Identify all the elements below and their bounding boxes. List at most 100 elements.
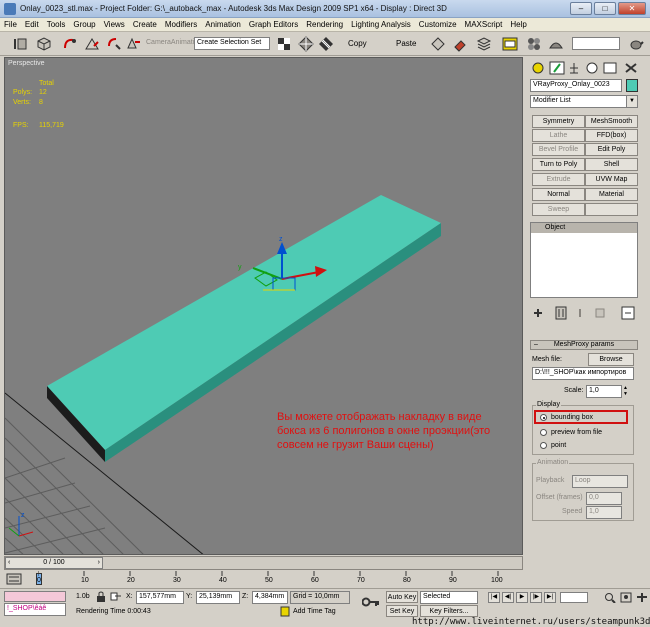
animation-group-label: Animation bbox=[536, 459, 570, 466]
annotation-text: Вы можете отображать накладку в виде бок… bbox=[277, 411, 491, 451]
modifier-stack[interactable]: Object bbox=[530, 222, 638, 298]
lock-icon[interactable] bbox=[96, 591, 106, 602]
offset-spinner[interactable]: 0,0 bbox=[586, 492, 622, 505]
scale-icon[interactable] bbox=[126, 36, 142, 52]
render-setup-icon[interactable] bbox=[548, 36, 564, 52]
modifier-button-meshsmooth[interactable]: MeshSmooth bbox=[585, 115, 638, 128]
modifier-button-sweep[interactable]: Sweep bbox=[532, 203, 585, 216]
modifier-button-bevel-profile[interactable]: Bevel Profile bbox=[532, 143, 585, 156]
close-button[interactable]: ✕ bbox=[618, 2, 646, 15]
chevron-down-icon[interactable]: ▼ bbox=[626, 96, 637, 107]
menu-edit[interactable]: Edit bbox=[21, 18, 43, 29]
radio-preview-from-file[interactable] bbox=[540, 429, 547, 436]
tag-icon[interactable] bbox=[430, 36, 446, 52]
menu-modifiers[interactable]: Modifiers bbox=[161, 18, 201, 29]
modifier-button-normal[interactable]: Normal bbox=[532, 188, 585, 201]
modifier-button-shell[interactable]: Shell bbox=[585, 158, 638, 171]
eraser-icon[interactable] bbox=[452, 36, 468, 52]
key-icon[interactable] bbox=[361, 597, 380, 607]
material-editor-icon[interactable] bbox=[526, 36, 542, 52]
paste-button[interactable]: Paste bbox=[396, 39, 416, 48]
selection-set-dropdown[interactable]: Create Selection Set bbox=[194, 37, 270, 50]
radio-point[interactable] bbox=[540, 442, 547, 449]
maxscript-mini-listener[interactable] bbox=[4, 591, 66, 602]
perspective-viewport[interactable]: Perspective Total Polys: 12 Verts: 8 FPS… bbox=[4, 57, 523, 555]
menu-file[interactable]: File bbox=[0, 18, 21, 29]
goto-end-button[interactable]: ▶| bbox=[544, 592, 556, 603]
rollout-title: MeshProxy params bbox=[553, 341, 615, 348]
menu-animation[interactable]: Animation bbox=[201, 18, 245, 29]
object-color-swatch[interactable] bbox=[626, 79, 638, 92]
menu-graph-editors[interactable]: Graph Editors bbox=[245, 18, 302, 29]
modifier-button-turn-to-poly[interactable]: Turn to Poly bbox=[532, 158, 585, 171]
menu-lighting-analysis[interactable]: Lighting Analysis bbox=[347, 18, 415, 29]
mini-curve-editor-icon[interactable] bbox=[6, 573, 22, 585]
select-link-icon[interactable] bbox=[36, 36, 52, 52]
prev-frame-button[interactable]: ◀| bbox=[502, 592, 514, 603]
undo-icon[interactable] bbox=[12, 36, 28, 52]
pan-icon[interactable] bbox=[636, 592, 648, 603]
auto-key-button[interactable]: Auto Key bbox=[386, 591, 418, 603]
menu-customize[interactable]: Customize bbox=[415, 18, 461, 29]
modifier-button-symmetry[interactable]: Symmetry bbox=[532, 115, 585, 128]
z-coord-field[interactable]: 4,384mm bbox=[252, 591, 288, 604]
add-time-tag[interactable]: Add Time Tag bbox=[293, 608, 336, 615]
menu-tools[interactable]: Tools bbox=[43, 18, 70, 29]
modifier-button-empty[interactable] bbox=[585, 203, 638, 216]
menu-create[interactable]: Create bbox=[129, 18, 161, 29]
absolute-mode-icon[interactable] bbox=[110, 591, 122, 602]
speed-spinner[interactable]: 1,0 bbox=[586, 506, 622, 519]
menu-maxscript[interactable]: MAXScript bbox=[461, 18, 507, 29]
trackbar[interactable]: 0 10 20 30 40 50 60 70 80 90 100 bbox=[4, 571, 523, 587]
render-preset-dropdown[interactable] bbox=[572, 37, 620, 50]
browse-button[interactable]: Browse bbox=[588, 353, 634, 366]
wireframe-icon[interactable] bbox=[298, 36, 314, 52]
radio-bounding-box[interactable] bbox=[540, 414, 547, 421]
scale-spinner[interactable]: 1,0 bbox=[586, 385, 622, 398]
scale-spinner-arrows[interactable]: ▲ ▼ bbox=[623, 385, 630, 398]
goto-start-button[interactable]: |◀ bbox=[488, 592, 500, 603]
time-tag-icon[interactable] bbox=[280, 606, 290, 617]
menu-group[interactable]: Group bbox=[69, 18, 99, 29]
modifier-button-extrude[interactable]: Extrude bbox=[532, 173, 585, 186]
layers-icon[interactable] bbox=[476, 36, 492, 52]
rotate-icon[interactable] bbox=[106, 36, 122, 52]
stack-item-object[interactable]: Object bbox=[531, 223, 637, 233]
mirror-icon[interactable] bbox=[84, 36, 100, 52]
render-teapot-icon[interactable] bbox=[628, 36, 644, 52]
modifier-button-ffd-box[interactable]: FFD(box) bbox=[585, 129, 638, 142]
y-coord-field[interactable]: 25,139mm bbox=[196, 591, 240, 604]
meshproxy-rollout-header[interactable]: – MeshProxy params bbox=[530, 340, 638, 350]
minimize-button[interactable]: – bbox=[570, 2, 592, 15]
modifier-button-uvw-map[interactable]: UVW Map bbox=[585, 173, 638, 186]
play-button[interactable]: ▶ bbox=[516, 592, 528, 603]
curve-editor-icon[interactable] bbox=[502, 36, 518, 52]
grid-icon[interactable] bbox=[318, 36, 334, 52]
modifier-button-edit-poly[interactable]: Edit Poly bbox=[585, 143, 638, 156]
menu-help[interactable]: Help bbox=[506, 18, 530, 29]
menu-rendering[interactable]: Rendering bbox=[302, 18, 347, 29]
bind-space-warp-icon[interactable] bbox=[62, 36, 78, 52]
checker-icon[interactable] bbox=[276, 36, 292, 52]
maxscript-listener[interactable]: !_SHOP\êáê bbox=[4, 603, 66, 616]
time-slider-track[interactable]: ‹ 0 / 100 › bbox=[4, 556, 523, 570]
zoom-icon[interactable] bbox=[604, 592, 616, 604]
zoom-all-icon[interactable] bbox=[620, 592, 632, 603]
next-frame-button[interactable]: |▶ bbox=[530, 592, 542, 603]
object-name-field[interactable]: VRayProxy_Onlay_0023 bbox=[530, 79, 622, 92]
modifier-list-dropdown[interactable]: Modifier List bbox=[530, 95, 638, 108]
menu-views[interactable]: Views bbox=[100, 18, 129, 29]
playback-dropdown[interactable]: Loop bbox=[572, 475, 628, 488]
set-key-button[interactable]: Set Key bbox=[386, 605, 418, 617]
viewport-label[interactable]: Perspective bbox=[8, 60, 45, 67]
x-coord-field[interactable]: 157,577mm bbox=[136, 591, 184, 604]
key-filters-button[interactable]: Key Filters... bbox=[420, 605, 478, 617]
copy-button[interactable]: Copy bbox=[348, 39, 367, 48]
mesh-file-path-field[interactable]: D:\!!!_SHOP\как импортиров bbox=[532, 367, 634, 380]
maximize-button[interactable]: □ bbox=[594, 2, 616, 15]
selected-dropdown[interactable]: Selected bbox=[420, 591, 478, 604]
current-frame-field[interactable] bbox=[560, 592, 588, 603]
modifier-button-material[interactable]: Material bbox=[585, 188, 638, 201]
modifier-button-lathe[interactable]: Lathe bbox=[532, 129, 585, 142]
time-slider-thumb[interactable]: ‹ 0 / 100 › bbox=[5, 557, 103, 569]
